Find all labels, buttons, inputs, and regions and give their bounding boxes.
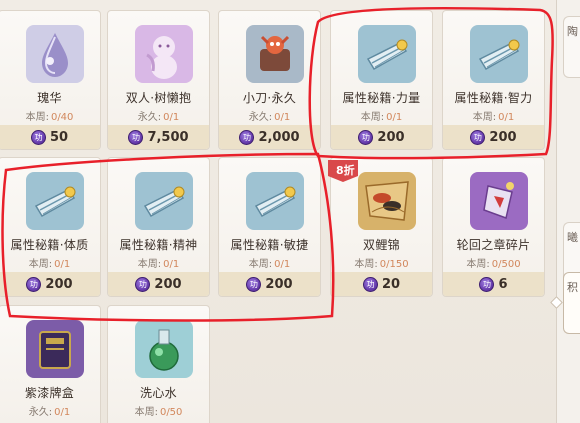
merit-coin-icon: 功 — [128, 129, 144, 145]
item-name: 洗心水 — [140, 386, 177, 400]
buy-price-button[interactable]: 功 200 — [108, 272, 209, 296]
lacquer-box-icon — [26, 320, 84, 378]
shop-item-card[interactable]: 双人·树懒抱 永久: 0/1 功 7,500 — [107, 10, 210, 150]
shop-item-card[interactable]: 洗心水 本周: 0/50 — [107, 305, 210, 423]
merit-coin-icon: 功 — [239, 129, 255, 145]
scroll-icon — [470, 25, 528, 83]
shop-item-card[interactable]: 属性秘籍·力量 本周: 0/1 功 200 — [330, 10, 433, 150]
buy-price-button[interactable]: 功 200 — [443, 125, 544, 149]
discount-badge: 8折 — [328, 160, 358, 182]
scroll-icon — [26, 172, 84, 230]
item-name: 瑰华 — [37, 91, 62, 105]
merit-coin-icon: 功 — [135, 276, 151, 292]
shop-item-card[interactable]: 属性秘籍·敏捷 本周: 0/1 功 200 — [218, 157, 321, 297]
purchase-limit: 本周: 0/500 — [466, 259, 521, 270]
item-name: 属性秘籍·体质 — [10, 238, 89, 252]
purchase-limit: 本周: 0/1 — [472, 112, 515, 123]
category-tab-active[interactable]: 积 — [563, 272, 580, 334]
purchase-limit: 本周: 0/50 — [134, 407, 183, 418]
purchase-limit: 永久: 0/1 — [248, 112, 291, 123]
merit-coin-icon: 功 — [30, 129, 46, 145]
buy-price-button[interactable]: 功 20 — [331, 272, 432, 296]
item-name: 紫漆牌盒 — [24, 386, 75, 400]
scroll-icon — [135, 172, 193, 230]
scroll-icon — [358, 25, 416, 83]
sloth-hug-icon — [135, 25, 193, 83]
knife-pet-icon — [246, 25, 304, 83]
purchase-limit: 本周: 0/1 — [360, 112, 403, 123]
merit-coin-icon: 功 — [470, 129, 486, 145]
merit-coin-icon: 功 — [479, 276, 495, 292]
buy-price-button[interactable]: 功 200 — [219, 272, 320, 296]
buy-price-button[interactable]: 功 7,500 — [108, 125, 209, 149]
purchase-limit: 本周: 0/150 — [354, 259, 409, 270]
scroll-icon — [246, 172, 304, 230]
merit-coin-icon: 功 — [362, 276, 378, 292]
carp-brocade-icon — [358, 172, 416, 230]
item-name: 属性秘籍·精神 — [119, 238, 198, 252]
potion-bottle-icon — [135, 320, 193, 378]
item-name: 轮回之章碎片 — [456, 238, 531, 252]
shop-item-card[interactable]: 属性秘籍·体质 本周: 0/1 功 200 — [0, 157, 101, 297]
merit-coin-icon: 功 — [358, 129, 374, 145]
shop-item-card[interactable]: 瑰华 本周: 0/40 功 50 — [0, 10, 101, 150]
merit-coin-icon: 功 — [26, 276, 42, 292]
shop-item-card[interactable]: 轮回之章碎片 本周: 0/500 功6 — [442, 157, 545, 297]
category-tab-top[interactable]: 陶 — [563, 16, 580, 78]
shop-item-card[interactable]: 属性秘籍·精神 本周: 0/1 功 200 — [107, 157, 210, 297]
purchase-limit: 本周: 0/1 — [28, 259, 71, 270]
shop-item-card[interactable]: 小刀·永久 永久: 0/1 功 2,000 — [218, 10, 321, 150]
buy-price-button[interactable]: 功6 — [443, 272, 544, 296]
purchase-limit: 本周: 0/40 — [25, 112, 74, 123]
buy-price-button[interactable]: 功 200 — [331, 125, 432, 149]
buy-price-button[interactable]: 功 50 — [0, 125, 100, 149]
item-name: 属性秘籍·力量 — [342, 91, 421, 105]
purchase-limit: 永久: 0/1 — [137, 112, 180, 123]
purchase-limit: 永久: 0/1 — [28, 407, 71, 418]
item-name: 双鲤锦 — [363, 238, 400, 252]
buy-price-button[interactable]: 功 200 — [0, 272, 100, 296]
shop-item-card[interactable]: 属性秘籍·智力 本周: 0/1 功 200 — [442, 10, 545, 150]
item-name: 小刀·永久 — [242, 91, 297, 105]
water-drop-icon — [26, 25, 84, 83]
merit-coin-icon: 功 — [246, 276, 262, 292]
buy-price-button[interactable]: 功 2,000 — [219, 125, 320, 149]
shop-item-card[interactable]: 紫漆牌盒 永久: 0/1 — [0, 305, 101, 423]
item-name: 双人·树懒抱 — [125, 91, 192, 105]
purchase-limit: 本周: 0/1 — [248, 259, 291, 270]
item-name: 属性秘籍·敏捷 — [230, 238, 309, 252]
chapter-shard-icon — [470, 172, 528, 230]
purchase-limit: 本周: 0/1 — [137, 259, 180, 270]
category-rail: 陶 曦 积 — [550, 0, 580, 423]
item-name: 属性秘籍·智力 — [454, 91, 533, 105]
